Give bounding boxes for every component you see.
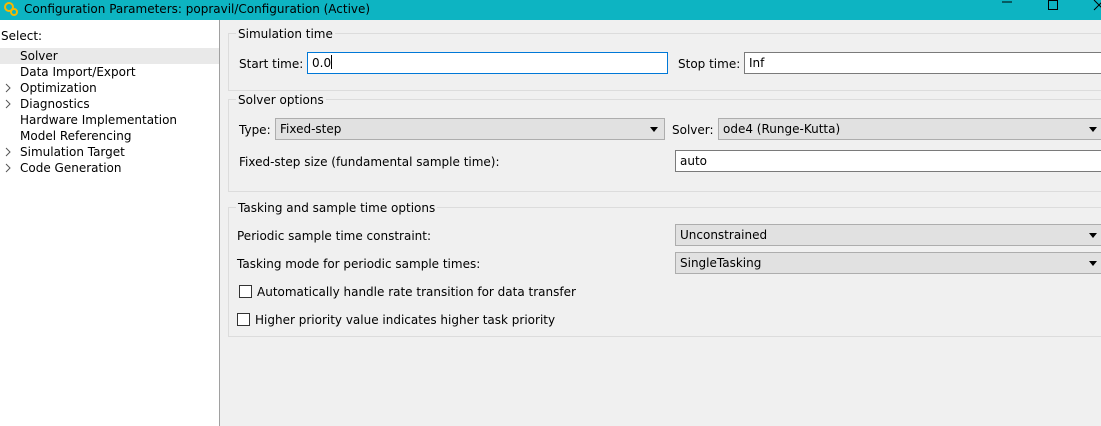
solver-options-group [228,99,1101,192]
tree-item-simulation-target[interactable]: Simulation Target [0,144,219,160]
settings-panel: Simulation time Start time: 0.0 Stop tim… [221,20,1101,426]
category-tree[interactable]: Select: Solver Data Import/Export Optimiza… [0,20,220,426]
periodic-constraint-dropdown[interactable]: Unconstrained [675,224,1101,246]
close-icon [1093,0,1101,11]
tree-item-optimization[interactable]: Optimization [0,80,219,96]
tree-item-label: Data Import/Export [20,65,136,79]
priority-label[interactable]: Higher priority value indicates higher t… [255,313,555,327]
simulink-gear-icon [4,2,18,16]
stop-time-input[interactable]: Inf [744,52,1101,74]
tree-item-label: Simulation Target [20,145,125,159]
start-time-input[interactable]: 0.0 [307,52,668,74]
chevron-right-icon[interactable] [4,160,14,176]
minimize-icon [1002,1,1012,3]
tasking-title: Tasking and sample time options [236,201,438,215]
maximize-button[interactable] [1030,0,1076,20]
tasking-mode-dropdown[interactable]: SingleTasking [675,252,1101,274]
type-label: Type: [239,123,271,137]
chevron-down-icon [1089,233,1097,238]
select-label: Select: [1,29,43,43]
tree-item-code-generation[interactable]: Code Generation [0,160,219,176]
chevron-down-icon [650,127,658,132]
title-bar[interactable]: Configuration Parameters: popravil/Confi… [0,0,1101,20]
tasking-mode-label: Tasking mode for periodic sample times: [237,257,481,271]
start-time-label: Start time: [239,57,304,71]
chevron-right-icon[interactable] [4,96,14,112]
simulation-time-title: Simulation time [236,27,335,41]
tree-item-label: Code Generation [20,161,122,175]
chevron-right-icon[interactable] [4,80,14,96]
chevron-down-icon [1089,127,1097,132]
fixed-step-size-label: Fixed-step size (fundamental sample time… [239,155,500,169]
priority-checkbox[interactable] [237,313,250,326]
minimize-button[interactable] [984,0,1030,20]
stop-time-label: Stop time: [678,57,741,71]
solver-dropdown[interactable]: ode4 (Runge-Kutta) [718,118,1101,140]
tree-item-label: Hardware Implementation [20,113,178,127]
solver-options-title: Solver options [236,93,326,107]
maximize-icon [1048,0,1058,10]
close-button[interactable] [1076,0,1101,20]
tree-item-solver[interactable]: Solver [0,48,219,64]
tree-item-data-import-export[interactable]: Data Import/Export [0,64,219,80]
rate-transition-checkbox[interactable] [239,285,252,298]
tree-item-label: Solver [20,49,58,63]
window-title: Configuration Parameters: popravil/Confi… [24,2,371,16]
tree-item-hardware-implementation[interactable]: Hardware Implementation [0,112,219,128]
tree-item-model-referencing[interactable]: Model Referencing [0,128,219,144]
solver-label: Solver: [672,123,714,137]
tree-item-label: Optimization [20,81,97,95]
tree-item-diagnostics[interactable]: Diagnostics [0,96,219,112]
solver-type-dropdown[interactable]: Fixed-step [275,118,665,140]
chevron-down-icon [1089,261,1097,266]
tree-item-label: Model Referencing [20,129,132,143]
chevron-right-icon[interactable] [4,144,14,160]
rate-transition-label[interactable]: Automatically handle rate transition for… [257,285,576,299]
periodic-constraint-label: Periodic sample time constraint: [237,229,432,243]
fixed-step-size-input[interactable]: auto [675,150,1101,172]
text-cursor [331,55,333,69]
tree-item-label: Diagnostics [20,97,90,111]
